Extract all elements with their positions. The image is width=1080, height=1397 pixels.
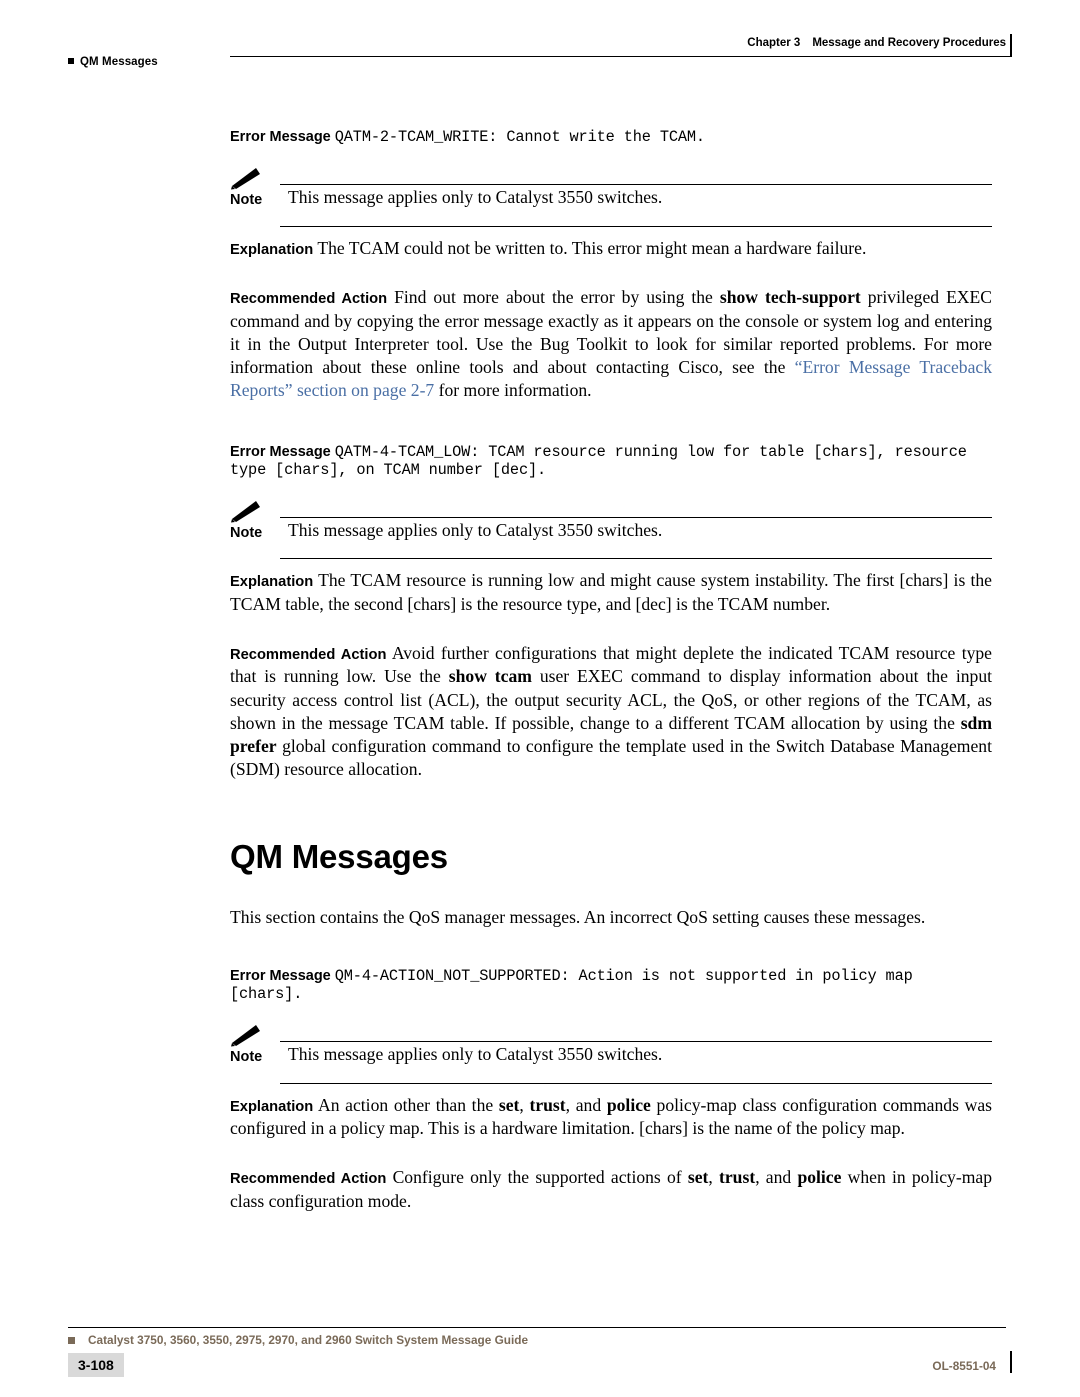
- error-message-text: QM-4-ACTION_NOT_SUPPORTED: Action is not…: [230, 966, 913, 1003]
- note-rule-top: [280, 1040, 992, 1042]
- note-box-1: Note This message applies only to Cataly…: [230, 164, 992, 227]
- recommended-action-block-2: Recommended Action Avoid further configu…: [230, 642, 992, 782]
- action-sep2: , and: [755, 1167, 798, 1188]
- note-text: This message applies only to Catalyst 35…: [288, 519, 663, 540]
- error-message-block-1: Error Message QATM-2-TCAM_WRITE: Cannot …: [230, 128, 992, 146]
- note-box-3: Note This message applies only to Cataly…: [230, 1021, 992, 1084]
- page-number: 3-108: [68, 1353, 124, 1377]
- header-running-title: QM Messages: [68, 56, 158, 68]
- explanation-label: Explanation: [230, 241, 314, 258]
- page-header: QM Messages Chapter 3 Message and Recover…: [60, 30, 1020, 68]
- header-chapter-info: Chapter 3 Message and Recovery Procedures: [747, 37, 1006, 49]
- note-rule-top: [280, 516, 992, 518]
- page-title: QM Messages: [230, 837, 448, 875]
- action-command-show-tech-support: show tech-support: [719, 287, 861, 308]
- error-message-text: QATM-2-TCAM_WRITE: Cannot write the TCAM…: [334, 128, 705, 146]
- note-text: This message applies only to Catalyst 35…: [288, 1043, 663, 1064]
- note-label: Note: [230, 524, 263, 541]
- recommended-action-label: Recommended Action: [230, 1171, 387, 1188]
- square-bullet-icon: [68, 1337, 75, 1344]
- explanation-block-1: Explanation The TCAM could not be writte…: [230, 237, 992, 260]
- action-command-police: police: [797, 1167, 842, 1188]
- section-heading-wrapper: QM Messages: [230, 838, 992, 876]
- explanation-sep2: , and: [565, 1094, 607, 1115]
- explanation-label: Explanation: [230, 574, 314, 591]
- note-rule-bottom: [280, 1082, 992, 1084]
- error-message-label: Error Message: [230, 443, 331, 460]
- header-edge-mark: [1010, 34, 1012, 56]
- note-pencil-icon: [231, 1024, 260, 1047]
- action-command-trust: trust: [719, 1167, 756, 1188]
- footer-document-title: Catalyst 3750, 3560, 3550, 2975, 2970, a…: [88, 1333, 529, 1347]
- action-text-part1: Find out more about the error by using t…: [394, 287, 720, 308]
- header-chapter-number: Chapter 3: [747, 37, 801, 49]
- error-message-text: QATM-4-TCAM_LOW: TCAM resource running l…: [230, 442, 967, 479]
- page-footer: Catalyst 3750, 3560, 3550, 2975, 2970, a…: [60, 1315, 1020, 1377]
- note-text: This message applies only to Catalyst 35…: [288, 187, 663, 207]
- explanation-command-police: police: [606, 1094, 651, 1115]
- explanation-block-3: Explanation An action other than the set…: [230, 1094, 992, 1141]
- explanation-command-trust: trust: [529, 1094, 566, 1115]
- action-command-set: set: [687, 1167, 709, 1188]
- recommended-action-label: Recommended Action: [230, 647, 387, 664]
- recommended-action-block-3: Recommended Action Configure only the su…: [230, 1166, 992, 1213]
- recommended-action-block-1: Recommended Action Find out more about t…: [230, 286, 992, 402]
- document-body: Error Message QATM-2-TCAM_WRITE: Cannot …: [230, 128, 992, 1213]
- header-chapter-title: Message and Recovery Procedures: [812, 37, 1006, 49]
- action-sep1: ,: [708, 1167, 720, 1188]
- note-rule-bottom: [280, 225, 992, 227]
- error-message-label: Error Message: [230, 129, 331, 145]
- footer-divider: [68, 1327, 1006, 1328]
- explanation-text: The TCAM could not be written to. This e…: [317, 237, 867, 258]
- section-intro-text: This section contains the QoS manager me…: [230, 906, 926, 927]
- explanation-sep1: ,: [519, 1094, 530, 1115]
- action-text-part1: Configure only the supported actions of: [392, 1167, 688, 1188]
- explanation-block-2: Explanation The TCAM resource is running…: [230, 569, 992, 616]
- note-rule-bottom: [280, 558, 992, 560]
- action-command-show-tcam: show tcam: [448, 666, 532, 687]
- error-message-block-3: Error Message QM-4-ACTION_NOT_SUPPORTED:…: [230, 967, 992, 1003]
- explanation-text: The TCAM resource is running low and mig…: [230, 570, 992, 614]
- header-left-label: QM Messages: [80, 56, 158, 68]
- document-number: OL-8551-04: [932, 1359, 996, 1373]
- note-rule-top: [280, 184, 992, 185]
- note-pencil-icon: [231, 500, 260, 523]
- action-text-part3: global configuration command to configur…: [230, 736, 992, 780]
- note-label: Note: [230, 1048, 263, 1065]
- explanation-command-set: set: [498, 1094, 520, 1115]
- header-divider: [230, 56, 1012, 57]
- explanation-label: Explanation: [230, 1098, 314, 1115]
- action-text-part3: for more information.: [434, 380, 592, 401]
- note-box-2: Note This message applies only to Cataly…: [230, 497, 992, 560]
- recommended-action-label: Recommended Action: [230, 291, 388, 308]
- error-message-block-2: Error Message QATM-4-TCAM_LOW: TCAM reso…: [230, 443, 992, 479]
- note-label: Note: [230, 192, 263, 208]
- note-pencil-icon: [231, 168, 260, 190]
- section-intro: This section contains the QoS manager me…: [230, 906, 992, 929]
- footer-edge-mark: [1010, 1351, 1012, 1373]
- square-bullet-icon: [68, 58, 74, 64]
- error-message-label: Error Message: [230, 967, 331, 984]
- explanation-text-part1: An action other than the: [317, 1094, 499, 1115]
